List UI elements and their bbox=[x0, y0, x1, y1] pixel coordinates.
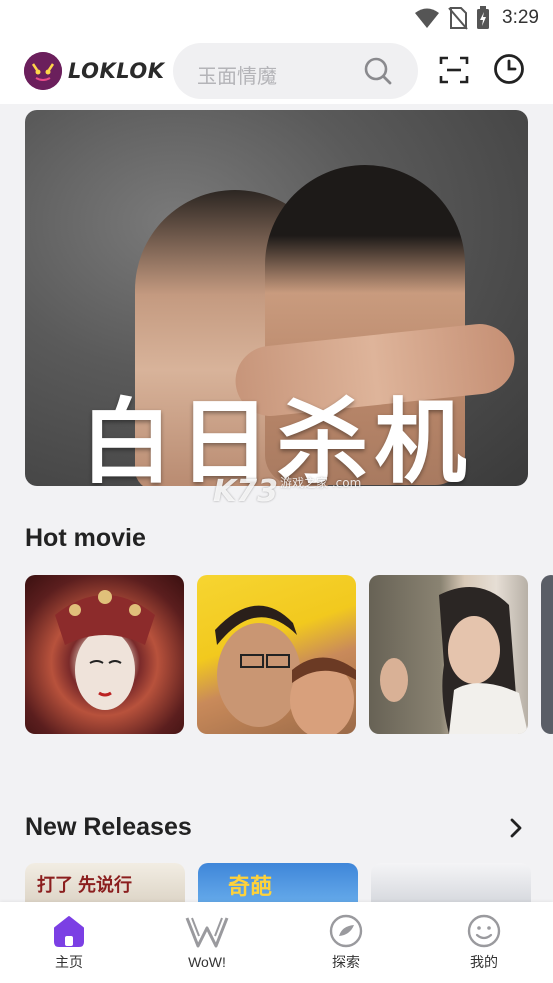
tab-wow-label: WoW! bbox=[188, 954, 226, 970]
tab-wow[interactable]: WoW! bbox=[167, 914, 247, 970]
search-placeholder[interactable]: 玉面情魔 bbox=[197, 60, 277, 89]
tab-profile[interactable]: 我的 bbox=[444, 914, 524, 972]
watermark-text: K73 bbox=[213, 474, 278, 509]
app-header: LOKLOK 玉面情魔 bbox=[0, 38, 553, 104]
status-time: 3:29 bbox=[502, 7, 539, 28]
no-sim-icon bbox=[448, 7, 468, 30]
new-release-caption: 奇葩 bbox=[228, 874, 273, 899]
site-watermark: K73 游戏之家 .com bbox=[213, 474, 361, 509]
logo-cat-icon bbox=[24, 52, 62, 90]
explore-icon bbox=[329, 914, 363, 948]
logo-text: LOKLOK bbox=[68, 59, 165, 83]
new-releases-title: New Releases bbox=[25, 813, 192, 841]
profile-icon bbox=[467, 914, 501, 948]
new-release-caption: 打了 先说行 bbox=[37, 875, 133, 895]
featured-banner[interactable]: 白日杀机 bbox=[25, 110, 528, 486]
bottom-tab-bar: 主页 WoW! 探索 我的 bbox=[0, 902, 553, 983]
status-bar: 3:29 bbox=[0, 0, 553, 38]
wow-icon bbox=[185, 917, 229, 948]
home-icon bbox=[54, 916, 84, 947]
search-bar[interactable]: 玉面情魔 bbox=[173, 43, 418, 99]
tab-explore[interactable]: 探索 bbox=[306, 914, 386, 972]
history-icon[interactable] bbox=[493, 53, 525, 85]
tab-explore-label: 探索 bbox=[332, 954, 360, 970]
battery-charging-icon bbox=[477, 6, 490, 29]
watermark-sub: 游戏之家 .com bbox=[280, 476, 362, 490]
app-logo[interactable]: LOKLOK bbox=[24, 52, 165, 90]
hot-movie-poster[interactable] bbox=[369, 575, 528, 734]
scan-icon[interactable] bbox=[439, 55, 469, 85]
tab-home[interactable]: 主页 bbox=[29, 914, 109, 972]
hot-movie-poster[interactable] bbox=[25, 575, 184, 734]
tab-profile-label: 我的 bbox=[470, 954, 498, 970]
hot-movie-poster[interactable] bbox=[197, 575, 356, 734]
hot-movie-title: Hot movie bbox=[25, 524, 146, 552]
wifi-icon bbox=[415, 8, 440, 28]
hot-movie-poster[interactable] bbox=[541, 575, 553, 734]
search-icon[interactable] bbox=[364, 57, 392, 85]
banner-title: 白日杀机 bbox=[80, 389, 473, 486]
tab-home-label: 主页 bbox=[55, 954, 83, 970]
chevron-right-icon[interactable] bbox=[505, 815, 527, 841]
